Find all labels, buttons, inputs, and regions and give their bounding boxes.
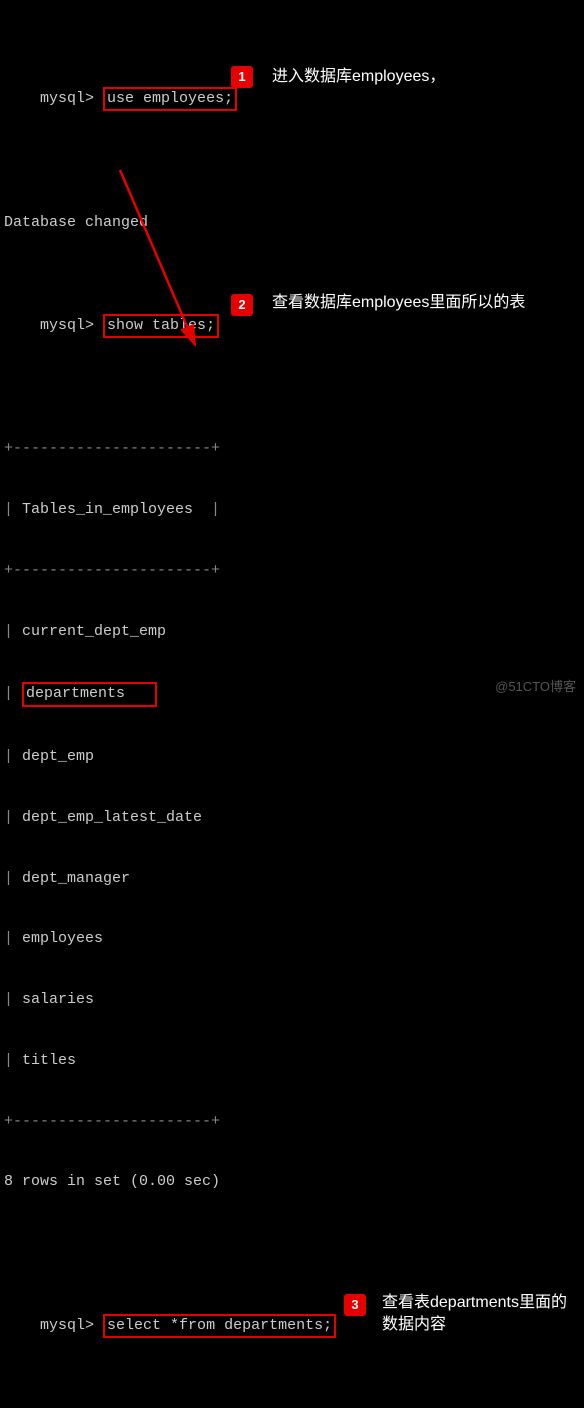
prompt: mysql> bbox=[40, 1317, 94, 1334]
badge-1: 1 bbox=[231, 66, 253, 88]
hl-departments: departments bbox=[22, 682, 157, 706]
table-row: employees bbox=[22, 930, 103, 947]
badge-3: 3 bbox=[344, 1294, 366, 1316]
table-row: dept_manager bbox=[22, 870, 130, 887]
tables-footer: 8 rows in set (0.00 sec) bbox=[4, 1172, 580, 1192]
prompt: mysql> bbox=[40, 317, 94, 334]
terminal: mysql> use employees; 1 进入数据库employees， … bbox=[0, 0, 584, 1408]
table-row: dept_emp_latest_date bbox=[22, 809, 202, 826]
badge-2: 2 bbox=[231, 294, 253, 316]
prompt: mysql> bbox=[40, 90, 94, 107]
table-sep: +----------------------+ bbox=[4, 439, 580, 459]
cmd-select: select *from departments; bbox=[103, 1314, 336, 1338]
table-sep: +----------------------+ bbox=[4, 561, 580, 581]
table-sep: +----------------------+ bbox=[4, 1112, 580, 1132]
table-row: dept_emp bbox=[22, 748, 94, 765]
cmd-use: use employees; bbox=[103, 87, 237, 111]
annotation-3: 查看表departments里面的数据内容 bbox=[382, 1292, 582, 1337]
table-row: salaries bbox=[22, 991, 94, 1008]
annotation-2: 查看数据库employees里面所以的表 bbox=[272, 292, 572, 314]
response-use: Database changed bbox=[4, 213, 580, 233]
tables-header: Tables_in_employees bbox=[22, 501, 193, 518]
table-row: titles bbox=[22, 1052, 76, 1069]
table-row: current_dept_emp bbox=[22, 623, 166, 640]
watermark: @51CTO博客 bbox=[495, 678, 576, 696]
annotation-1: 进入数据库employees， bbox=[272, 66, 445, 88]
cmd-show: show tables; bbox=[103, 314, 219, 338]
